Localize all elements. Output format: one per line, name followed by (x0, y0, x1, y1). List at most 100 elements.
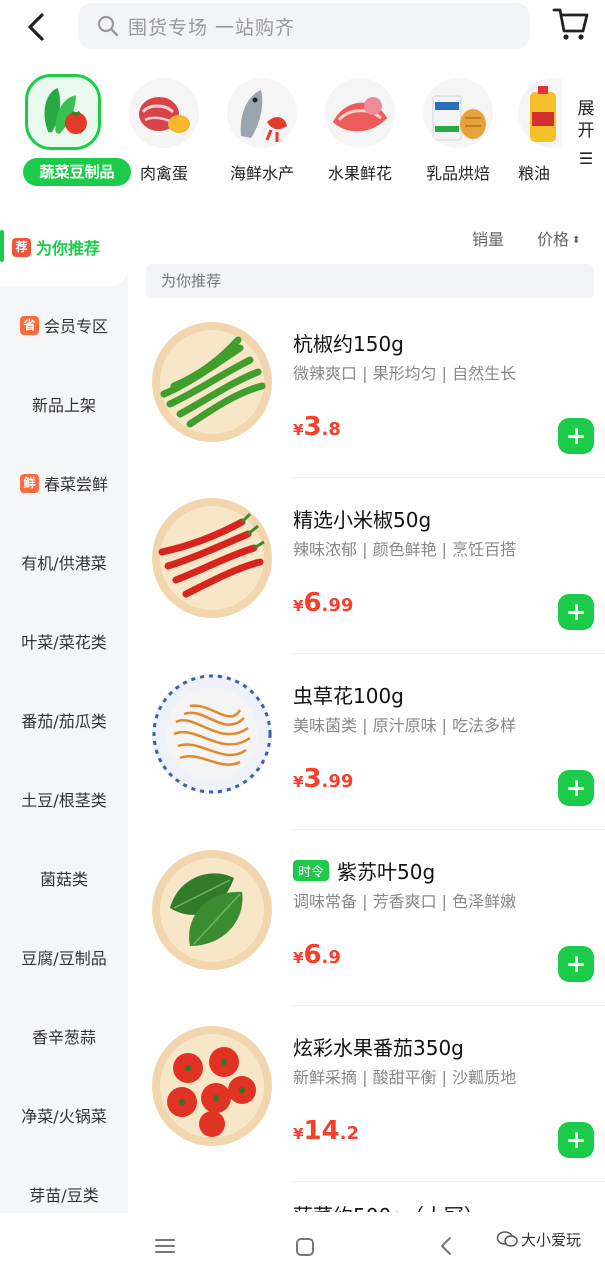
search-icon (97, 15, 119, 37)
sidebar-item-label: 春菜尝鲜 (43, 475, 108, 494)
red-chili-image (150, 496, 274, 620)
category-label: 海鲜水产 (229, 164, 294, 183)
expand-button[interactable]: 展 开 ☰ (575, 98, 597, 170)
price-decimal: .8 (321, 419, 341, 440)
sidebar-item-spring[interactable]: 鲜春菜尝鲜 (0, 444, 128, 522)
price-decimal: .2 (339, 1123, 359, 1144)
expand-label-1: 展 (577, 99, 595, 119)
product-name: 时令 紫苏叶50g (293, 856, 435, 885)
add-to-cart-button[interactable] (558, 770, 594, 806)
category-meat[interactable]: 肉禽蛋 (114, 70, 214, 190)
add-to-cart-button[interactable] (558, 594, 594, 630)
sidebar-item-tofu[interactable]: 豆腐/豆制品 (0, 918, 128, 996)
category-label: 水果鲜花 (327, 164, 392, 183)
product-price: ¥14.2 (293, 1116, 359, 1146)
category-dairy[interactable]: 乳品烘焙 (408, 70, 508, 190)
product-card[interactable]: 精选小米椒50g 辣味浓郁 | 颜色鲜艳 | 烹饪百搭 ¥6.99 (140, 478, 605, 654)
product-desc: 美味菌类 | 原汁原味 | 吃法多样 (293, 716, 517, 735)
next-product-name-partial: 菠菜约500g（大冠） (293, 1200, 484, 1212)
sort-arrows-icon: ⬍ (572, 235, 581, 246)
sort-by-price[interactable]: 价格 ⬍ (537, 226, 580, 250)
product-desc: 调味常备 | 芳香爽口 | 色泽鲜嫩 (293, 892, 517, 911)
product-desc: 辣味浓郁 | 颜色鲜艳 | 烹饪百搭 (293, 540, 517, 559)
back-icon[interactable] (22, 10, 52, 44)
sidebar-item-root[interactable]: 土豆/根茎类 (0, 760, 128, 838)
product-price: ¥6.9 (293, 940, 341, 970)
green-pepper-image (150, 320, 274, 444)
price-currency: ¥ (293, 421, 304, 439)
back-nav-icon[interactable] (438, 1235, 454, 1257)
wechat-icon (496, 1231, 518, 1247)
sidebar-item-label: 芽苗/豆类 (29, 1186, 99, 1205)
sidebar-item-label: 豆腐/豆制品 (21, 949, 107, 968)
price-integer: 6 (303, 588, 322, 618)
menu-icon[interactable] (154, 1237, 176, 1255)
sidebar-item-mushroom[interactable]: 菌菇类 (0, 839, 128, 917)
seafood-icon (227, 78, 297, 148)
sidebar-item-hotpot[interactable]: 净菜/火锅菜 (0, 1076, 128, 1154)
category-fruit[interactable]: 水果鲜花 (310, 70, 410, 190)
sort-by-sales[interactable]: 销量 (472, 226, 504, 250)
fruit-icon (325, 78, 395, 148)
price-currency: ¥ (293, 949, 304, 967)
oil-icon (518, 78, 562, 148)
sidebar-item-member[interactable]: 省会员专区 (0, 286, 128, 364)
category-seafood[interactable]: 海鲜水产 (212, 70, 312, 190)
product-name: 炫彩水果番茄350g (293, 1036, 464, 1060)
meat-icon (129, 78, 199, 148)
product-desc: 微辣爽口 | 果形均匀 | 自然生长 (293, 364, 517, 383)
price-integer: 6 (303, 940, 322, 970)
sort-bar: 销量 价格 ⬍ (140, 222, 595, 252)
sidebar-item-label: 番茄/茄瓜类 (21, 712, 107, 731)
search-placeholder: 围货专场 一站购齐 (128, 16, 296, 39)
section-header: 为你推荐 (146, 264, 594, 298)
category-grain-oil[interactable]: 粮油 (506, 70, 562, 190)
sidebar-item-leafy[interactable]: 叶菜/菜花类 (0, 602, 128, 680)
price-currency: ¥ (293, 1125, 304, 1143)
price-integer: 3 (303, 764, 322, 794)
cherry-tomato-image (150, 1024, 274, 1148)
sidebar-item-label: 叶菜/菜花类 (21, 633, 107, 652)
sidebar-item-label: 净菜/火锅菜 (21, 1107, 107, 1126)
price-decimal: .9 (321, 947, 341, 968)
category-strip: 蔬菜豆制品 肉禽蛋 海鲜水产 水果鲜花 乳品烘焙 粮油 展 开 ☰ (0, 70, 605, 200)
sidebar-item-tomato[interactable]: 番茄/茄瓜类 (0, 681, 128, 759)
add-to-cart-button[interactable] (558, 946, 594, 982)
system-nav-bar: 大小爱玩 (0, 1213, 605, 1280)
product-card[interactable]: 炫彩水果番茄350g 新鲜采摘 | 酸甜平衡 | 沙瓤质地 ¥14.2 (140, 1006, 605, 1182)
sidebar-item-aromatics[interactable]: 香辛葱蒜 (0, 997, 128, 1075)
dairy-icon (423, 78, 493, 148)
sidebar-item-new[interactable]: 新品上架 (0, 365, 128, 443)
seasonal-tag: 时令 (293, 860, 330, 881)
sidebar-item-label: 香辛葱蒜 (31, 1028, 96, 1047)
product-price: ¥6.99 (293, 588, 353, 618)
product-name: 虫草花100g (293, 684, 404, 708)
cart-icon[interactable] (552, 6, 590, 42)
vegetables-icon (25, 74, 101, 150)
add-to-cart-button[interactable] (558, 418, 594, 454)
cordyceps-flower-image (150, 672, 274, 796)
product-card[interactable]: 时令 紫苏叶50g 调味常备 | 芳香爽口 | 色泽鲜嫩 ¥6.9 (140, 830, 605, 1006)
product-card[interactable]: 虫草花100g 美味菌类 | 原汁原味 | 吃法多样 ¥3.99 (140, 654, 605, 830)
add-to-cart-button[interactable] (558, 1122, 594, 1158)
tag-fresh: 鲜 (19, 473, 39, 493)
tag-recommend: 荐 (12, 237, 31, 257)
search-input[interactable]: 围货专场 一站购齐 (78, 3, 530, 49)
sort-price-label: 价格 (537, 230, 570, 249)
sidebar-item-organic[interactable]: 有机/供港菜 (0, 523, 128, 601)
price-integer: 14 (303, 1116, 340, 1146)
product-card[interactable]: 杭椒约150g 微辣爽口 | 果形均匀 | 自然生长 ¥3.8 (140, 302, 605, 478)
divider (293, 1181, 605, 1182)
home-icon[interactable] (295, 1237, 315, 1257)
price-decimal: .99 (321, 595, 354, 616)
sidebar-item-label: 会员专区 (43, 317, 108, 336)
tag-save: 省 (19, 315, 39, 335)
watermark: 大小爱玩 (496, 1229, 581, 1250)
category-label: 粮油 (518, 164, 551, 183)
category-vegetables[interactable]: 蔬菜豆制品 (13, 70, 131, 190)
watermark-text: 大小爱玩 (521, 1231, 582, 1249)
category-label: 乳品烘焙 (425, 164, 490, 183)
price-currency: ¥ (293, 597, 304, 615)
menu-lines-icon: ☰ (578, 149, 594, 168)
sidebar-item-recommend[interactable]: 荐为你推荐 (0, 208, 128, 286)
